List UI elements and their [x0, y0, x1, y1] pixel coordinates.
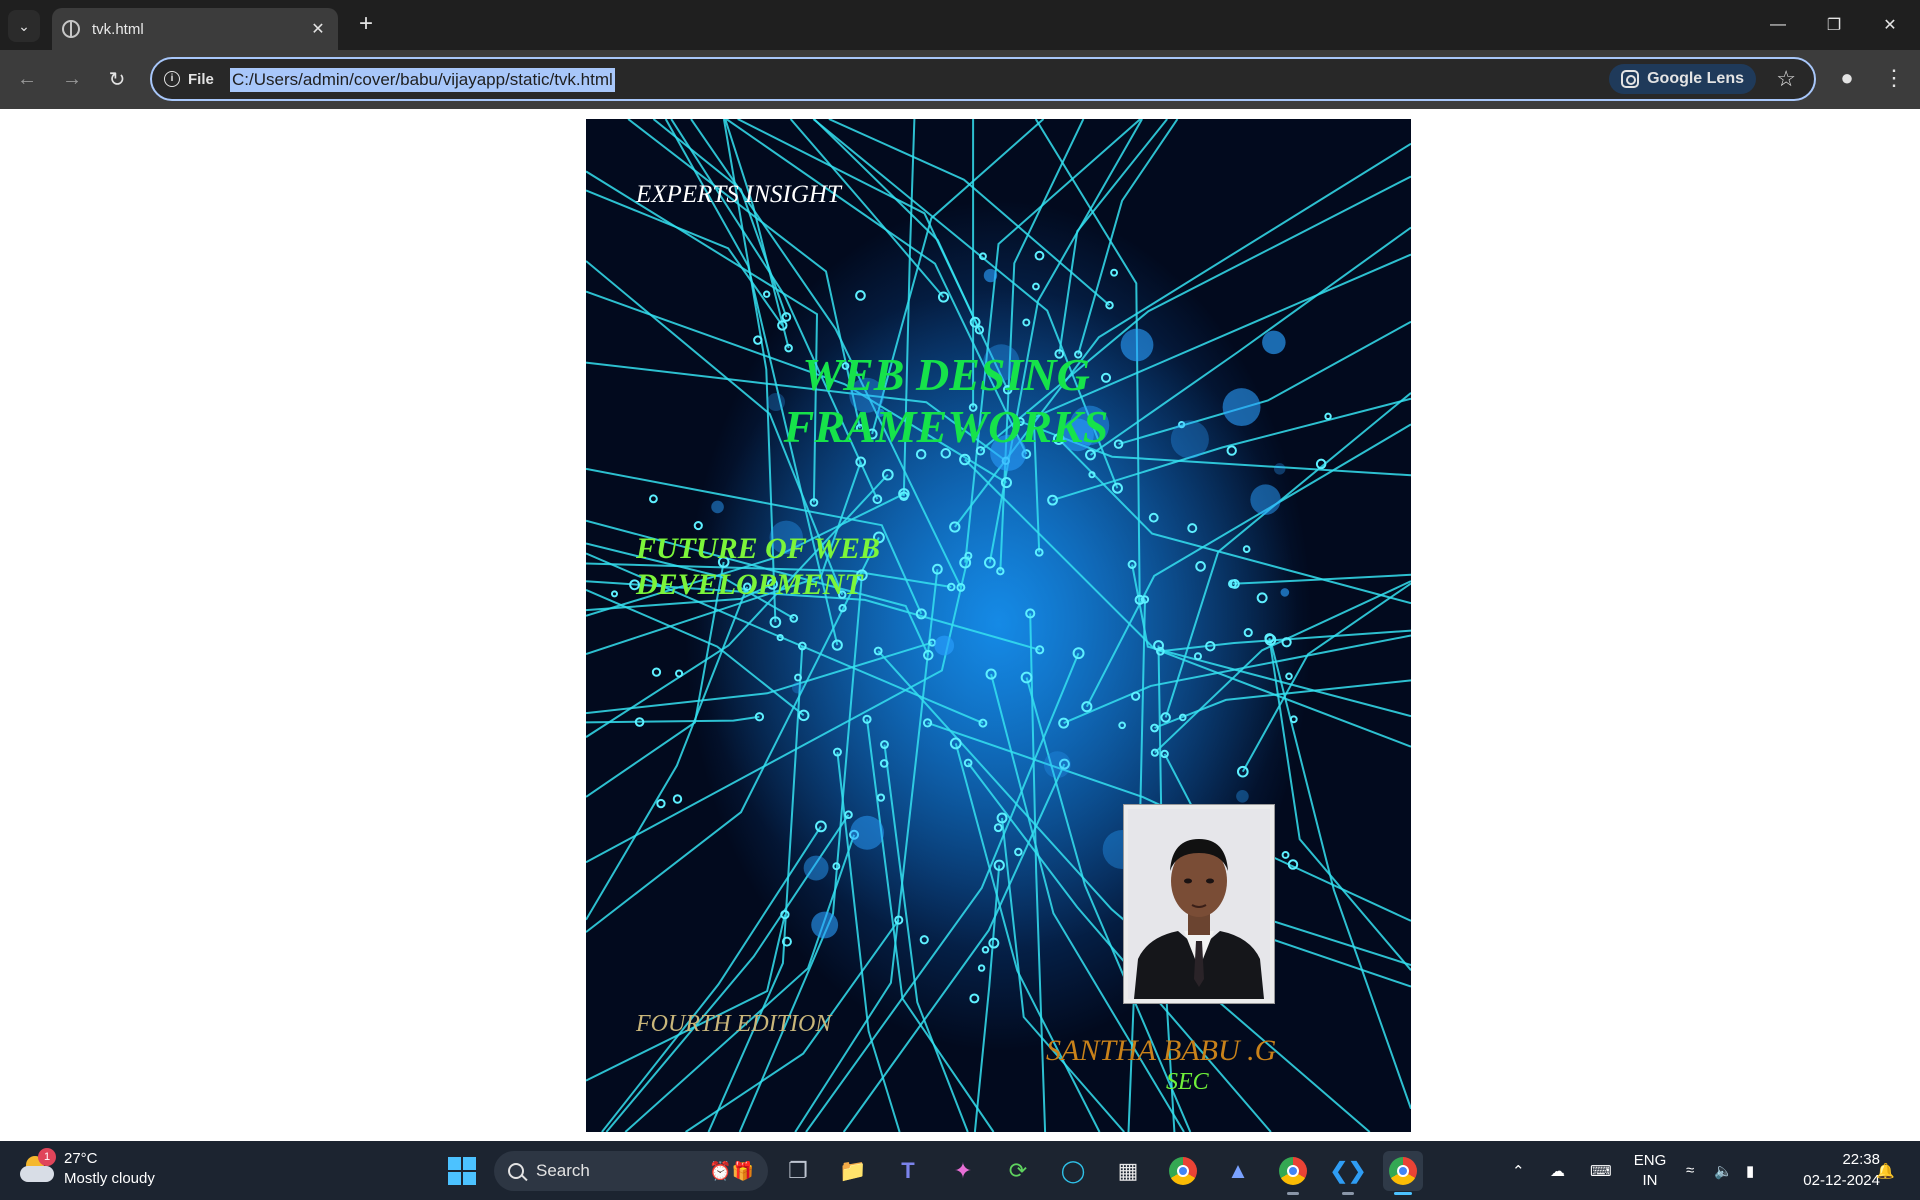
site-info-button[interactable]: i File	[164, 68, 214, 90]
chevron-down-icon: ⌄	[18, 17, 30, 34]
search-placeholder: Search	[536, 1161, 590, 1180]
chrome-logo-icon	[1169, 1157, 1197, 1185]
clock[interactable]: 22:38 02-12-2024	[1780, 1149, 1880, 1191]
new-tab-button[interactable]: +	[352, 10, 380, 38]
minimize-button[interactable]: —	[1750, 0, 1806, 50]
task-view-icon[interactable]: ❐	[778, 1151, 818, 1191]
forward-button[interactable]: →	[57, 64, 87, 94]
cloudy-weather-icon: 1	[20, 1148, 56, 1182]
profile-icon[interactable]: ●	[1833, 65, 1861, 93]
author-portrait	[1128, 809, 1270, 999]
show-hidden-icons-icon[interactable]: ⌃	[1512, 1141, 1525, 1200]
browser-tab[interactable]: tvk.html ✕	[52, 8, 338, 50]
back-button[interactable]: ←	[12, 64, 42, 94]
subtitle-line-2: DEVELOPMENT	[636, 568, 863, 601]
weather-temp: 27°C	[64, 1150, 98, 1167]
restore-button[interactable]: ❐	[1806, 0, 1862, 50]
info-icon: i	[164, 71, 180, 87]
bookmark-star-icon[interactable]: ☆	[1776, 66, 1796, 92]
onedrive-icon[interactable]: ☁	[1550, 1141, 1565, 1200]
browser-toolbar: ← → ↻ i File C:/Users/admin/cover/babu/v…	[0, 50, 1920, 109]
author-college: SEC	[1166, 1069, 1209, 1095]
close-window-button[interactable]: ✕	[1862, 0, 1918, 50]
weather-desc: Mostly cloudy	[64, 1170, 155, 1187]
edition-label: FOURTH EDITION	[636, 1011, 832, 1037]
title-line-1: WEB DESING	[802, 349, 1090, 400]
google-lens-button[interactable]: Google Lens	[1609, 64, 1756, 94]
lens-icon	[1621, 70, 1640, 88]
clock-date: 02-12-2024	[1803, 1172, 1880, 1189]
taskbar-search[interactable]: Search ⏰🎁	[494, 1151, 768, 1191]
address-url[interactable]: C:/Users/admin/cover/babu/vijayapp/stati…	[230, 68, 615, 92]
edge-icon[interactable]: ◯	[1053, 1151, 1093, 1191]
notification-bell-icon[interactable]: 🔔	[1876, 1141, 1895, 1200]
wifi-icon[interactable]: ≈	[1686, 1141, 1694, 1200]
chrome-logo-icon	[1389, 1157, 1417, 1185]
search-icon	[508, 1163, 524, 1179]
tab-title: tvk.html	[92, 20, 144, 38]
close-tab-icon[interactable]: ✕	[308, 19, 328, 39]
chrome-logo-icon	[1279, 1157, 1307, 1185]
windows-logo-icon	[448, 1157, 476, 1185]
weather-widget[interactable]: 1 27°C Mostly cloudy	[20, 1148, 155, 1189]
author-photo	[1124, 805, 1274, 1003]
page-viewport: EXPERTS INSIGHT WEB DESING FRAMEWORKS FU…	[0, 109, 1920, 1141]
language-indicator[interactable]: ENG IN	[1628, 1151, 1672, 1191]
volume-icon[interactable]: 🔈	[1714, 1141, 1733, 1200]
weather-badge: 1	[38, 1148, 56, 1166]
chrome-icon[interactable]	[1163, 1151, 1203, 1191]
start-button[interactable]	[442, 1151, 482, 1191]
battery-icon[interactable]: ▮	[1746, 1141, 1754, 1200]
arrow-left-icon: ←	[17, 67, 37, 90]
file-explorer-icon[interactable]: 📁	[833, 1151, 873, 1191]
store-icon[interactable]: ▦	[1108, 1151, 1148, 1191]
chrome-profile-icon[interactable]	[1273, 1151, 1313, 1195]
subtitle-line-1: FUTURE OF WEB	[636, 532, 880, 565]
globe-icon	[62, 20, 80, 38]
chrome-active-icon[interactable]	[1383, 1151, 1423, 1195]
author-name: SANTHA BABU .G	[1046, 1034, 1277, 1067]
series-label: EXPERTS INSIGHT	[636, 181, 841, 208]
title-line-2: FRAMEWORKS	[783, 401, 1109, 452]
search-highlight-icon: ⏰🎁	[709, 1160, 754, 1181]
lang-line-1: ENG	[1633, 1152, 1667, 1169]
tab-search-button[interactable]: ⌄	[8, 10, 40, 42]
reload-button[interactable]: ↻	[102, 64, 132, 94]
book-title: WEB DESING FRAMEWORKS	[746, 349, 1146, 453]
app-icon[interactable]: ▲	[1218, 1151, 1258, 1191]
refresh-app-icon[interactable]: ⟳	[998, 1151, 1038, 1191]
kebab-menu-icon[interactable]: ⋮	[1880, 65, 1908, 93]
reload-icon: ↻	[108, 68, 126, 91]
lens-label: Google Lens	[1647, 70, 1744, 87]
vscode-icon[interactable]: ❮❯	[1328, 1151, 1368, 1195]
address-bar[interactable]: i File C:/Users/admin/cover/babu/vijayap…	[150, 57, 1816, 101]
scheme-label: File	[188, 70, 214, 88]
teams-icon[interactable]: T	[888, 1151, 928, 1191]
lang-line-2: IN	[1642, 1172, 1658, 1189]
tab-strip: ⌄ tvk.html ✕ + — ❐ ✕	[0, 0, 1920, 50]
circuit-background	[586, 119, 1411, 1132]
book-subtitle: FUTURE OF WEB DEVELOPMENT	[636, 531, 936, 603]
keyboard-icon[interactable]: ⌨	[1590, 1141, 1612, 1200]
clock-time: 22:38	[1842, 1151, 1880, 1168]
copilot-icon[interactable]: ✦	[943, 1151, 983, 1191]
taskbar: 1 27°C Mostly cloudy Search ⏰🎁 ❐ 📁 T ✦ ⟳…	[0, 1141, 1920, 1200]
arrow-right-icon: →	[62, 67, 82, 90]
book-cover: EXPERTS INSIGHT WEB DESING FRAMEWORKS FU…	[586, 119, 1411, 1132]
